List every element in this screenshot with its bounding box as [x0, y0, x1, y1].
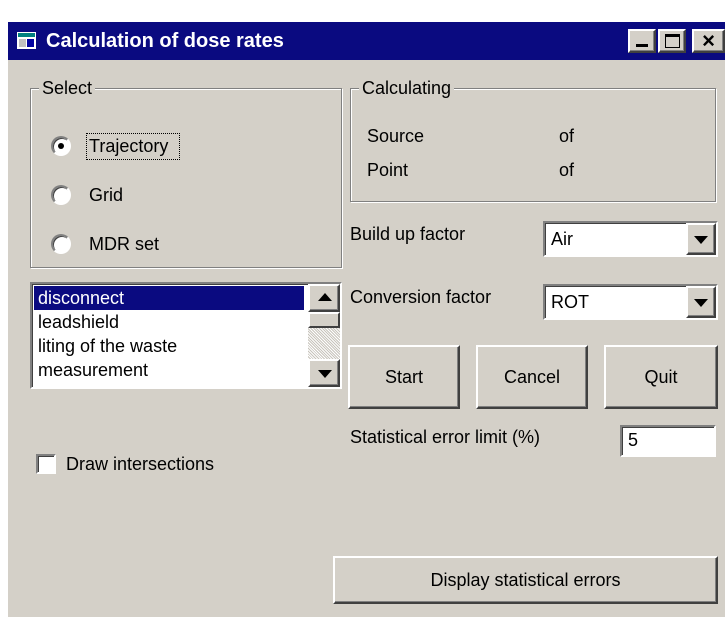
radio-selected-dot [58, 143, 64, 149]
source-label: Source [367, 126, 425, 146]
maximize-icon [665, 34, 680, 48]
select-legend: Select [39, 77, 96, 99]
listbox-scrollbar[interactable] [308, 284, 340, 387]
dropdown-arrow-icon [694, 236, 708, 244]
error-limit-input[interactable]: 5 [620, 425, 716, 457]
radio-trajectory-label[interactable]: Trajectory [89, 135, 168, 157]
display-statistical-errors-button[interactable]: Display statistical errors [333, 556, 718, 604]
point-of-text: of [559, 160, 575, 180]
radio-grid-control[interactable] [51, 185, 71, 205]
close-icon: × [702, 28, 715, 53]
list-item[interactable]: leadshield [34, 310, 304, 334]
quit-button[interactable]: Quit [604, 345, 718, 409]
calculating-legend: Calculating [359, 77, 455, 99]
dialog-window: Calculation of dose rates × Select Traje… [8, 22, 725, 617]
build-up-factor-select[interactable]: Air [543, 221, 718, 257]
maximize-button[interactable] [658, 29, 686, 53]
start-button[interactable]: Start [348, 345, 460, 409]
scroll-down-button[interactable] [308, 359, 340, 387]
title-bar[interactable]: Calculation of dose rates × [8, 22, 725, 60]
app-icon [17, 32, 36, 49]
list-item[interactable]: liting of the waste [34, 334, 304, 358]
list-item[interactable]: disconnect [34, 286, 304, 310]
dropdown-arrow-icon [694, 299, 708, 307]
list-item[interactable]: measurement [34, 358, 304, 382]
error-limit-label: Statistical error limit (%) [350, 427, 541, 447]
radio-mdr-set-label[interactable]: MDR set [89, 233, 159, 255]
cancel-button[interactable]: Cancel [476, 345, 588, 409]
build-up-factor-value: Air [551, 229, 573, 249]
scroll-down-icon [318, 370, 332, 378]
conversion-factor-value: ROT [551, 292, 589, 312]
point-label: Point [367, 160, 409, 180]
select-groupbox: Select Trajectory Grid MDR set [30, 77, 342, 268]
draw-intersections-label[interactable]: Draw intersections [66, 453, 214, 475]
minimize-button[interactable] [628, 29, 656, 53]
minimize-icon [636, 44, 648, 47]
item-listbox[interactable]: disconnect leadshield liting of the wast… [30, 282, 342, 389]
conversion-factor-label: Conversion factor [350, 287, 492, 307]
radio-grid-label[interactable]: Grid [89, 184, 123, 206]
source-of-text: of [559, 126, 575, 146]
close-button[interactable]: × [692, 28, 725, 53]
build-up-factor-dropdown-button[interactable] [686, 223, 716, 255]
scroll-up-button[interactable] [308, 284, 340, 312]
conversion-factor-dropdown-button[interactable] [686, 286, 716, 318]
conversion-factor-select[interactable]: ROT [543, 284, 718, 320]
scroll-up-icon [318, 293, 332, 301]
scrollbar-thumb[interactable] [308, 312, 340, 328]
draw-intersections-checkbox[interactable] [36, 454, 56, 474]
window-title: Calculation of dose rates [46, 30, 284, 52]
build-up-factor-label: Build up factor [350, 224, 466, 244]
radio-trajectory-control[interactable] [51, 136, 71, 156]
calculating-groupbox: Calculating Source of Point of [350, 77, 716, 202]
radio-mdr-set-control[interactable] [51, 234, 71, 254]
